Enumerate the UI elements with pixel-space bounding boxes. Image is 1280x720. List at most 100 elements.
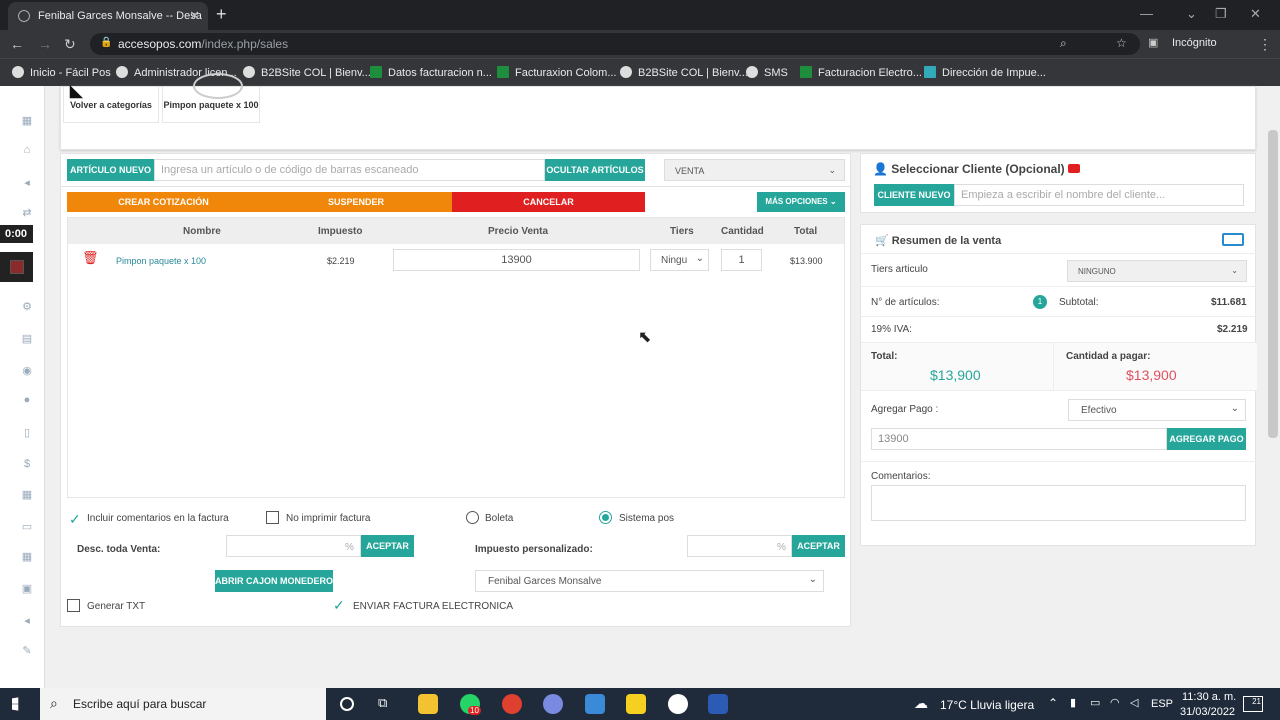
settings-app-icon[interactable]: [543, 694, 563, 714]
zoom-icon[interactable]: ⌕: [1060, 36, 1067, 51]
bookmark-item[interactable]: SMS: [746, 66, 788, 79]
open-drawer-button[interactable]: ABRIR CAJON MONEDERO: [215, 570, 333, 592]
e-invoice-label[interactable]: ENVIAR FACTURA ELECTRONICA: [353, 601, 513, 612]
dollar-icon[interactable]: $: [21, 458, 33, 470]
weather-label[interactable]: 17°C Lluvia ligera: [940, 698, 1034, 712]
keyboard-icon[interactable]: [1222, 233, 1244, 246]
bookmark-star-icon[interactable]: ☆: [1116, 36, 1127, 50]
close-window-icon[interactable]: ✕: [1250, 6, 1261, 22]
back-to-categories-button[interactable]: ◣ Volver a categorías: [63, 83, 159, 123]
sale-mode-select[interactable]: VENTA ⌄: [664, 159, 845, 181]
chevron-up-icon[interactable]: ⌃: [1048, 696, 1058, 710]
item-search-input[interactable]: [154, 159, 545, 181]
taskbar-search-box[interactable]: ⌕ Escribe aquí para buscar: [40, 688, 326, 720]
include-comments-label[interactable]: Incluir comentarios en la factura: [87, 513, 229, 524]
sistema-pos-label[interactable]: Sistema pos: [619, 513, 674, 524]
reload-icon[interactable]: ↻: [64, 36, 76, 53]
windows-start-icon[interactable]: [12, 697, 19, 711]
chrome-icon[interactable]: [502, 694, 522, 714]
more-options-button[interactable]: MÁS OPCIONES ⌄: [757, 192, 845, 212]
no-print-label[interactable]: No imprimir factura: [286, 513, 370, 524]
bookmark-item[interactable]: Facturacion Electro...: [800, 66, 922, 79]
mic-icon[interactable]: ▮: [1070, 696, 1076, 709]
boleta-radio[interactable]: [466, 511, 479, 524]
user-icon[interactable]: ●: [21, 394, 33, 406]
tiers-select[interactable]: NINGUNO ⌄: [1067, 260, 1247, 282]
generate-txt-label[interactable]: Generar TXT: [87, 601, 145, 612]
seller-select[interactable]: Fenibal Garces Monsalve ⌄: [475, 570, 824, 592]
calendar-icon[interactable]: ▦: [21, 550, 33, 563]
megaphone-icon[interactable]: ◂: [21, 614, 33, 627]
generate-txt-checkbox[interactable]: [67, 599, 80, 612]
client-search-input[interactable]: [954, 184, 1244, 206]
item-name-link[interactable]: Pimpon paquete x 100: [116, 256, 206, 266]
payment-method-select[interactable]: Efectivo ⌄: [1068, 399, 1246, 421]
file-icon[interactable]: ▯: [21, 426, 33, 439]
record-button[interactable]: [0, 252, 33, 282]
bank-icon[interactable]: ⌂: [21, 144, 33, 156]
tier-select[interactable]: Ningu ⌄: [650, 249, 709, 271]
create-quote-button[interactable]: CREAR COTIZACIÓN: [67, 192, 260, 212]
scrollbar[interactable]: [1268, 130, 1278, 438]
megaphone-icon[interactable]: ◂: [21, 176, 33, 189]
money-icon[interactable]: ▣: [21, 582, 33, 595]
menu-dots-icon[interactable]: ⋮: [1258, 36, 1272, 53]
maximize-icon[interactable]: ❐: [1215, 6, 1227, 22]
clock-date[interactable]: 31/03/2022: [1180, 706, 1235, 718]
forward-icon[interactable]: →: [38, 36, 52, 52]
bookmark-item[interactable]: Dirección de Impue...: [924, 66, 1046, 79]
price-input[interactable]: [393, 249, 640, 271]
hide-items-button[interactable]: OCULTAR ARTÍCULOS: [545, 159, 645, 181]
file-explorer-icon[interactable]: [418, 694, 438, 714]
back-icon[interactable]: ←: [10, 36, 24, 52]
calendar-icon[interactable]: ▦: [21, 114, 33, 127]
discount-input[interactable]: [226, 535, 361, 557]
sidepanel-icon[interactable]: ▣: [1148, 36, 1158, 49]
bookmark-item[interactable]: B2BSite COL | Bienv...: [620, 66, 748, 79]
new-item-button[interactable]: ARTÍCULO NUEVO: [67, 159, 154, 181]
product-tile[interactable]: Pimpon paquete x 100: [162, 73, 260, 123]
inbox-icon[interactable]: ▭: [21, 520, 33, 533]
bookmark-item[interactable]: Facturaxion Colom...: [497, 66, 616, 79]
checkmark-icon[interactable]: ✓: [333, 597, 345, 614]
whatsapp-icon[interactable]: 10: [460, 694, 481, 715]
quantity-input[interactable]: [721, 249, 762, 271]
chevron-down-icon[interactable]: ⌄: [1186, 6, 1197, 22]
custom-tax-accept-button[interactable]: ACEPTAR: [792, 535, 845, 557]
dashboard-icon[interactable]: ◉: [21, 364, 33, 377]
discount-accept-button[interactable]: ACEPTAR: [361, 535, 414, 557]
checkmark-icon[interactable]: ✓: [69, 511, 81, 528]
task-view-icon[interactable]: ⧉: [378, 695, 387, 711]
minimize-icon[interactable]: —: [1140, 6, 1153, 21]
volume-icon[interactable]: ◁: [1130, 696, 1138, 709]
notification-center-icon[interactable]: 21: [1243, 696, 1263, 712]
transfer-icon[interactable]: ⇄: [21, 206, 33, 219]
incognito-label[interactable]: Incógnito: [1172, 37, 1217, 49]
language-label[interactable]: ESP: [1151, 698, 1173, 710]
store-icon[interactable]: [585, 694, 605, 714]
add-payment-button[interactable]: AGREGAR PAGO: [1167, 428, 1246, 450]
word-icon[interactable]: [708, 694, 728, 714]
gears-icon[interactable]: ⚙: [21, 300, 33, 313]
url-input[interactable]: 🔒 accesopos.com/index.php/sales: [90, 33, 1140, 55]
sticky-notes-icon[interactable]: [626, 694, 646, 714]
battery-icon[interactable]: ▭: [1090, 696, 1100, 709]
bookmark-item[interactable]: Inicio - Fácil Pos: [12, 66, 111, 79]
trash-icon[interactable]: 🗑: [82, 250, 99, 266]
payment-amount-input[interactable]: [871, 428, 1167, 450]
new-client-button[interactable]: CLIENTE NUEVO: [874, 184, 954, 206]
cortana-icon[interactable]: [340, 697, 354, 711]
bookmark-item[interactable]: B2BSite COL | Bienv...: [243, 66, 371, 79]
sistema-pos-radio[interactable]: [599, 511, 612, 524]
bookmark-item[interactable]: Datos facturacion n...: [370, 66, 492, 79]
close-tab-icon[interactable]: ✕: [189, 8, 200, 24]
new-tab-icon[interactable]: +: [216, 4, 227, 25]
table-icon[interactable]: ▦: [21, 488, 33, 501]
boleta-label[interactable]: Boleta: [485, 513, 513, 524]
cancel-sale-button[interactable]: CANCELAR: [452, 192, 645, 212]
wrench-icon[interactable]: ✎: [21, 644, 33, 657]
calculator-icon[interactable]: ▤: [21, 332, 33, 345]
clock-app-icon[interactable]: [668, 694, 688, 714]
comments-textarea[interactable]: [871, 485, 1246, 521]
wifi-icon[interactable]: ◠: [1110, 696, 1120, 709]
